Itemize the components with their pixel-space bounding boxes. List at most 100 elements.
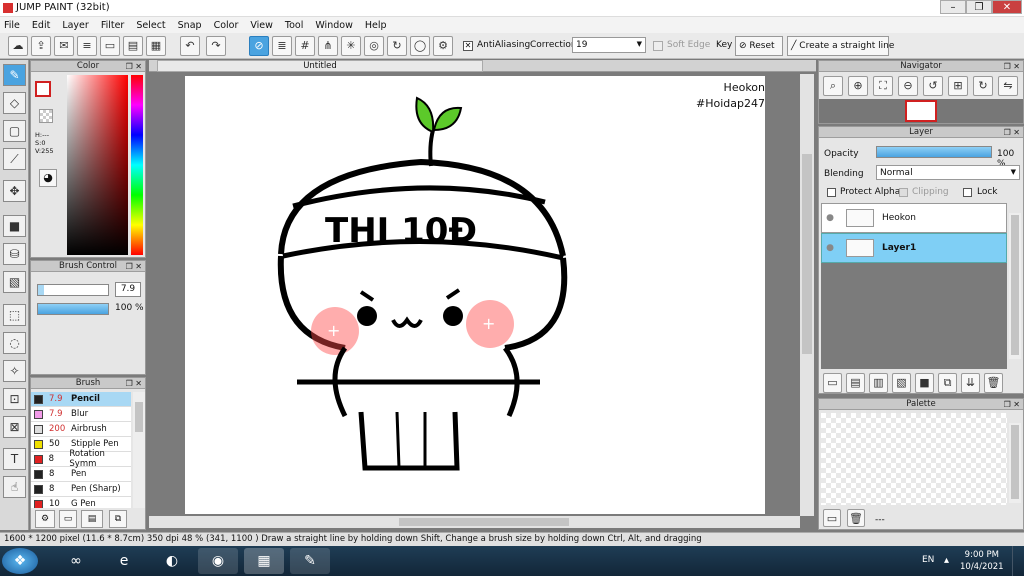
brush-settings-icon[interactable]: ⚙: [35, 510, 55, 528]
new-brush-icon[interactable]: ▭: [59, 510, 77, 528]
restore-button[interactable]: ❐: [966, 0, 992, 14]
share-icon[interactable]: ⇪: [31, 36, 51, 56]
show-hidden-icon[interactable]: ▴: [944, 555, 949, 566]
brush-item[interactable]: 7.9 Pencil: [31, 392, 131, 407]
brush-item[interactable]: 7.9 Blur: [31, 407, 131, 422]
zoom-out-icon[interactable]: ⊖: [898, 76, 918, 96]
zoom-in-icon[interactable]: ⊕: [848, 76, 868, 96]
fit-icon[interactable]: ⛶: [873, 76, 893, 96]
visual-studio-icon[interactable]: ∞: [56, 548, 96, 574]
redo-icon[interactable]: ↷: [206, 36, 226, 56]
correction-select[interactable]: 19 ▼: [572, 37, 646, 53]
brush-list-scrollbar[interactable]: [133, 392, 145, 508]
menu-color[interactable]: Color: [214, 20, 239, 31]
new-halftone-layer-icon[interactable]: ▤: [846, 373, 865, 393]
grid-icon[interactable]: ▦: [146, 36, 166, 56]
rotate-left-icon[interactable]: ↺: [923, 76, 943, 96]
cloud-icon[interactable]: ☁: [8, 36, 28, 56]
zoom-icon[interactable]: ⌕: [823, 76, 843, 96]
clipping-checkbox[interactable]: [899, 188, 908, 197]
eye-icon[interactable]: ●: [822, 243, 838, 253]
brush-tool-icon[interactable]: ✎: [3, 64, 26, 86]
chrome-icon[interactable]: ◉: [198, 548, 238, 574]
new-layer-icon[interactable]: ▭: [823, 373, 842, 393]
menu-edit[interactable]: Edit: [32, 20, 50, 31]
brush-item[interactable]: 200 Airbrush: [31, 422, 131, 437]
minimize-button[interactable]: –: [940, 0, 966, 14]
folder-icon[interactable]: ■: [915, 373, 934, 393]
brush-item[interactable]: 10 G Pen: [31, 497, 131, 508]
brush-size-value[interactable]: 7.9: [115, 282, 141, 297]
menu-file[interactable]: File: [4, 20, 20, 31]
layer-row[interactable]: ● Heokon: [821, 203, 1007, 233]
flip-icon[interactable]: ⇋: [998, 76, 1018, 96]
blending-select[interactable]: Normal ▼: [876, 165, 1020, 180]
curve-snap-icon[interactable]: ↻: [387, 36, 407, 56]
brush-item[interactable]: 8 Pen (Sharp): [31, 482, 131, 497]
ccleaner-icon[interactable]: ◐: [152, 548, 192, 574]
palette-picker-icon[interactable]: ◕: [39, 169, 57, 187]
eraser-tool-icon[interactable]: ◇: [3, 92, 26, 114]
duplicate-layer-icon[interactable]: ⧉: [938, 373, 957, 393]
text-tool-icon[interactable]: T: [3, 448, 26, 470]
new-palette-color-icon[interactable]: ▭: [823, 509, 841, 527]
eye-icon[interactable]: ●: [822, 213, 838, 223]
merge-layer-icon[interactable]: ⇊: [961, 373, 980, 393]
menu-view[interactable]: View: [250, 20, 273, 31]
transparent-swatch[interactable]: [39, 109, 53, 123]
close-button[interactable]: ✕: [992, 0, 1022, 14]
saturation-value-field[interactable]: [67, 75, 128, 255]
copy-brush-icon[interactable]: ⧉: [109, 510, 127, 528]
document-tab[interactable]: Untitled: [157, 60, 483, 72]
line-tool-icon[interactable]: ⟋: [3, 148, 26, 170]
brush-opacity-slider[interactable]: [37, 303, 109, 315]
menu-window[interactable]: Window: [315, 20, 352, 31]
reset-view-icon[interactable]: ⊞: [948, 76, 968, 96]
menu-help[interactable]: Help: [365, 20, 387, 31]
paint-icon[interactable]: ✎: [290, 548, 330, 574]
show-desktop-button[interactable]: [1012, 546, 1024, 576]
undo-icon[interactable]: ↶: [180, 36, 200, 56]
brush-size-slider[interactable]: [37, 284, 109, 296]
palette-swatches[interactable]: [821, 413, 1007, 505]
circle-snap-icon[interactable]: ◎: [364, 36, 384, 56]
clock[interactable]: 9:00 PM 10/4/2021: [960, 549, 1004, 573]
menu-select[interactable]: Select: [136, 20, 165, 31]
close-icon[interactable]: ❐ ✕: [126, 61, 142, 72]
start-button[interactable]: ❖: [2, 548, 38, 574]
close-icon[interactable]: ❐ ✕: [126, 378, 142, 389]
magic-wand-tool-icon[interactable]: ✧: [3, 360, 26, 382]
page-icon[interactable]: ▭: [100, 36, 120, 56]
menu-tool[interactable]: Tool: [285, 20, 303, 31]
antialiasing-checkbox[interactable]: ✕: [463, 41, 473, 51]
navigator-preview[interactable]: [819, 99, 1023, 123]
bucket-tool-icon[interactable]: ⛁: [3, 243, 26, 265]
parallel-snap-icon[interactable]: ≣: [272, 36, 292, 56]
rotate-right-icon[interactable]: ↻: [973, 76, 993, 96]
select-pen-tool-icon[interactable]: ⊡: [3, 388, 26, 410]
layer-opacity-slider[interactable]: [876, 146, 992, 158]
menu-filter[interactable]: Filter: [101, 20, 125, 31]
close-icon[interactable]: ❐ ✕: [1004, 61, 1020, 72]
new-8bit-layer-icon[interactable]: ▥: [869, 373, 888, 393]
close-icon[interactable]: ❐ ✕: [1004, 127, 1020, 138]
vanishing-snap-icon[interactable]: ⋔: [318, 36, 338, 56]
protect-alpha-checkbox[interactable]: [827, 188, 836, 197]
menu-layer[interactable]: Layer: [62, 20, 89, 31]
drawing-canvas[interactable]: THI 10Đ + + Heokon #Hoidap247: [185, 76, 765, 514]
hand-tool-icon[interactable]: ☝: [3, 476, 26, 498]
layer-row[interactable]: ● Layer1: [821, 233, 1007, 263]
snap-settings-icon[interactable]: ⚙: [433, 36, 453, 56]
palette-scrollbar[interactable]: [1009, 423, 1021, 503]
lasso-tool-icon[interactable]: ◌: [3, 332, 26, 354]
jump-paint-icon[interactable]: ▦: [244, 548, 284, 574]
snap-off-icon[interactable]: ⊘: [249, 36, 269, 56]
move-tool-icon[interactable]: ✥: [3, 180, 26, 202]
gradient-tool-icon[interactable]: ▧: [3, 271, 26, 293]
language-indicator[interactable]: EN: [922, 555, 934, 565]
layer-scrollbar[interactable]: [1009, 213, 1021, 359]
tone-layer-icon[interactable]: ▧: [892, 373, 911, 393]
crosshatch-snap-icon[interactable]: #: [295, 36, 315, 56]
reset-button[interactable]: ⊘ Reset: [735, 36, 783, 56]
ie-icon[interactable]: e: [104, 548, 144, 574]
